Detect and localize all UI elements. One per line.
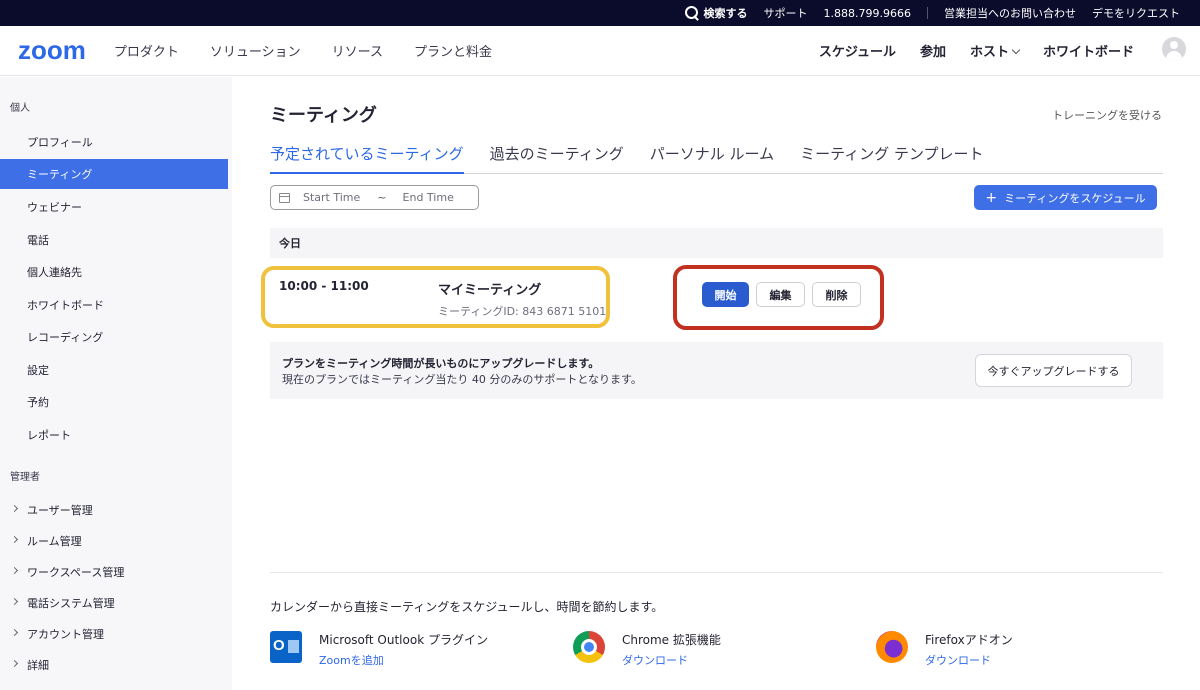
search-link[interactable]: 検索する (684, 5, 748, 21)
chevron-right-icon (10, 566, 19, 575)
training-link[interactable]: トレーニングを受ける (1052, 107, 1162, 123)
schedule-meeting-label: ミーティングをスケジュール (1004, 191, 1146, 205)
chevron-right-icon (10, 628, 19, 637)
nav-join[interactable]: 参加 (920, 41, 946, 60)
avatar[interactable] (1162, 37, 1186, 61)
nav-products[interactable]: プロダクト (114, 41, 179, 60)
sidebar-item-phone[interactable]: 電話 (0, 225, 228, 255)
upgrade-description: 現在のプランではミーティング当たり 40 分のみのサポートとなります。 (282, 373, 642, 386)
plugin-title: Microsoft Outlook プラグイン (319, 633, 488, 647)
phone-link[interactable]: 1.888.799.9666 (824, 7, 911, 20)
upgrade-button[interactable]: 今すぐアップグレードする (975, 354, 1132, 387)
tab-previous[interactable]: 過去のミーティング (490, 143, 624, 174)
plugin-title: Firefoxアドオン (925, 633, 1013, 647)
sidebar-item-recordings[interactable]: レコーディング (0, 322, 228, 352)
today-header: 今日 (270, 228, 1163, 258)
top-utility-bar: 検索する サポート 1.888.799.9666 営業担当へのお問い合わせ デモ… (0, 0, 1200, 26)
nav-host-label: ホスト (969, 45, 1009, 60)
chrome-icon (573, 631, 605, 663)
sidebar-item-room-management[interactable]: ルーム管理 (0, 526, 228, 556)
nav-pricing[interactable]: プランと料金 (414, 41, 492, 60)
end-time-input[interactable]: End Time (403, 191, 454, 204)
main-content: ミーティング トレーニングを受ける 予定されているミーティング 過去のミーティン… (232, 77, 1200, 690)
meeting-tabs: 予定されているミーティング 過去のミーティング パーソナル ルーム ミーティング… (270, 143, 1163, 174)
plugin-chrome: Chrome 拡張機能 ダウンロード (573, 631, 721, 668)
chevron-right-icon (10, 504, 19, 513)
firefox-icon (876, 631, 908, 663)
upgrade-banner: プランをミーティング時間が長いものにアップグレードします。 現在のプランではミー… (270, 342, 1163, 399)
delete-button[interactable]: 削除 (812, 282, 861, 307)
tab-personal-room[interactable]: パーソナル ルーム (650, 143, 774, 174)
plugin-outlook: Microsoft Outlook プラグイン Zoomを追加 (270, 631, 488, 668)
request-demo-link[interactable]: デモをリクエスト (1092, 5, 1180, 21)
download-link[interactable]: ダウンロード (925, 652, 1013, 668)
page-title: ミーティング (270, 105, 377, 126)
plugin-title: Chrome 拡張機能 (622, 633, 721, 647)
plus-icon: + (985, 189, 998, 206)
nav-whiteboard[interactable]: ホワイトボード (1043, 41, 1134, 60)
nav-host[interactable]: ホスト (969, 41, 1021, 60)
calendar-icon (279, 192, 290, 203)
sidebar-item-profile[interactable]: プロフィール (0, 127, 228, 157)
plugin-firefox: Firefoxアドオン ダウンロード (876, 631, 1013, 668)
chevron-down-icon (1011, 45, 1021, 55)
sidebar-item-webinars[interactable]: ウェビナー (0, 192, 228, 222)
sidebar-item-account-management[interactable]: アカウント管理 (0, 619, 228, 649)
meeting-topic[interactable]: マイミーティング (438, 279, 541, 298)
sidebar-item-workspace-management[interactable]: ワークスペース管理 (0, 557, 228, 587)
start-button[interactable]: 開始 (702, 282, 749, 307)
tab-upcoming[interactable]: 予定されているミーティング (270, 143, 464, 174)
upgrade-title: プランをミーティング時間が長いものにアップグレードします。 (282, 357, 600, 370)
sidebar-section-personal: 個人 (10, 103, 30, 114)
nav-resources[interactable]: リソース (332, 41, 383, 60)
sidebar-item-reports[interactable]: レポート (0, 420, 228, 450)
edit-button[interactable]: 編集 (756, 282, 805, 307)
divider (927, 7, 928, 19)
zoom-logo[interactable]: zoom (18, 35, 86, 66)
nav-schedule[interactable]: スケジュール (819, 41, 896, 60)
outlook-icon (270, 631, 302, 663)
nav-solutions[interactable]: ソリューション (210, 41, 301, 60)
meeting-id: ミーティングID: 843 6871 5101 (438, 305, 607, 318)
meeting-time: 10:00 - 11:00 (279, 279, 369, 293)
sidebar-item-phone-system[interactable]: 電話システム管理 (0, 588, 228, 618)
chevron-right-icon (10, 659, 19, 668)
schedule-meeting-button[interactable]: + ミーティングをスケジュール (974, 185, 1157, 210)
sidebar-section-admin: 管理者 (10, 472, 40, 483)
sidebar-item-settings[interactable]: 設定 (0, 355, 228, 385)
support-link[interactable]: サポート (764, 5, 808, 21)
start-time-input[interactable]: Start Time (303, 191, 360, 204)
chevron-right-icon (10, 535, 19, 544)
sidebar-item-scheduler[interactable]: 予約 (0, 387, 228, 417)
date-range-picker[interactable]: Start Time ~ End Time (270, 185, 479, 210)
chevron-right-icon (10, 597, 19, 606)
download-link[interactable]: ダウンロード (622, 652, 721, 668)
sidebar-item-contacts[interactable]: 個人連絡先 (0, 257, 228, 287)
contact-sales-link[interactable]: 営業担当へのお問い合わせ (944, 5, 1076, 21)
sidebar: 個人 プロフィール ミーティング ウェビナー 電話 個人連絡先 ホワイトボード … (0, 77, 232, 690)
range-separator: ~ (377, 191, 387, 204)
add-zoom-link[interactable]: Zoomを追加 (319, 652, 488, 668)
sidebar-item-user-management[interactable]: ユーザー管理 (0, 495, 228, 525)
sidebar-item-meetings[interactable]: ミーティング (0, 159, 228, 189)
tab-templates[interactable]: ミーティング テンプレート (800, 143, 983, 174)
calendar-promo-text: カレンダーから直接ミーティングをスケジュールし、時間を節約します。 (270, 600, 664, 614)
search-icon (684, 6, 699, 20)
divider (270, 572, 1163, 573)
sidebar-item-whiteboard[interactable]: ホワイトボード (0, 290, 228, 320)
sidebar-item-advanced[interactable]: 詳細 (0, 650, 228, 680)
main-nav: zoom プロダクト ソリューション リソース プランと料金 スケジュール 参加… (0, 26, 1200, 76)
